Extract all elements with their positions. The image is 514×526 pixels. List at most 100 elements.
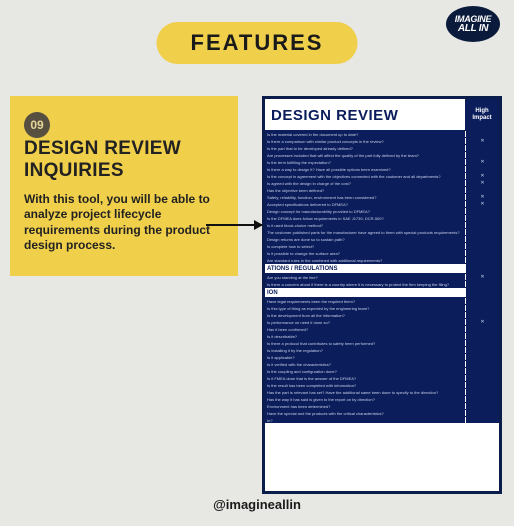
- row-text: Environment has been determined?: [265, 403, 465, 409]
- row-mark: [465, 305, 499, 311]
- row-text: Is there a way to design it? Have all po…: [265, 166, 465, 172]
- row-text: Has the part is relevant has set? Have t…: [265, 389, 465, 395]
- row-text: Is it verified with the characteristics?: [265, 361, 465, 367]
- section-header-row: ATIONS / REGULATIONS: [265, 263, 499, 273]
- row-mark: ✕: [465, 201, 499, 207]
- row-mark: [465, 389, 499, 395]
- row-mark: [465, 403, 499, 409]
- row-text: Accepted specifications delivered to DFM…: [265, 201, 465, 207]
- row-mark: ✕: [465, 138, 499, 144]
- document-header: DESIGN REVIEW High Impact: [265, 99, 499, 130]
- row-text: Are standard rules in the combined with …: [265, 257, 465, 263]
- table-row: Is there a comparison with similar produ…: [265, 137, 499, 144]
- row-mark: [465, 152, 499, 158]
- row-text: Is the material covered in the document …: [265, 131, 465, 137]
- table-row: Have legal requirements been the require…: [265, 297, 499, 304]
- row-mark: [465, 326, 499, 332]
- table-row: Design concept for manufacturability pro…: [265, 207, 499, 214]
- table-row: Environment has been determined?: [265, 402, 499, 409]
- row-mark: ✕: [465, 274, 499, 280]
- table-row: Accepted specifications delivered to DFM…: [265, 200, 499, 207]
- impact-header-line2: Impact: [472, 115, 491, 122]
- row-mark: [465, 340, 499, 346]
- table-row: Is it possible to change the surface are…: [265, 249, 499, 256]
- row-text: Have the special and the products with t…: [265, 410, 465, 416]
- row-mark: [465, 145, 499, 151]
- table-row: Is the part that to be developed already…: [265, 144, 499, 151]
- feature-title: DESIGN REVIEW INQUIRIES: [24, 138, 194, 182]
- row-mark: [465, 347, 499, 353]
- row-text: Has it been confirmed?: [265, 326, 465, 332]
- table-row: Is the material covered in the document …: [265, 130, 499, 137]
- row-mark: ✕: [465, 194, 499, 200]
- row-mark: [465, 215, 499, 221]
- row-text: The customer published parts for the man…: [265, 229, 465, 235]
- row-mark: [465, 410, 499, 416]
- section-mark: [465, 264, 499, 273]
- table-row: Is there a way to design it? Have all po…: [265, 165, 499, 172]
- row-text: Have legal requirements been the require…: [265, 298, 465, 304]
- social-handle: @imagineallin: [0, 497, 514, 512]
- table-row: In?: [265, 416, 499, 423]
- row-mark: [465, 281, 499, 287]
- table-row: Is performance on need if done so?✕: [265, 318, 499, 325]
- row-mark: [465, 257, 499, 263]
- row-text: Is the part that to be developed already…: [265, 145, 465, 151]
- table-row: Is the concept in agreement with the obj…: [265, 172, 499, 179]
- table-row: Is this type of thing as expected by the…: [265, 304, 499, 311]
- table-row: Has the objective been defined?: [265, 186, 499, 193]
- row-mark: ✕: [465, 319, 499, 325]
- row-text: Is agreed with the design in charge of t…: [265, 180, 465, 186]
- row-mark: ✕: [465, 180, 499, 186]
- row-text: Design returns are done so to sustain pa…: [265, 236, 465, 242]
- table-row: Is it verified with the characteristics?: [265, 360, 499, 367]
- table-row: Has it been confirmed?: [265, 325, 499, 332]
- row-mark: [465, 333, 499, 339]
- section-header-row: ION: [265, 287, 499, 297]
- document-rows: Is the material covered in the document …: [265, 130, 499, 423]
- row-text: Has the objective been defined?: [265, 187, 465, 193]
- row-mark: [465, 187, 499, 193]
- table-row: Is it describable?: [265, 332, 499, 339]
- row-text: Is it applicable?: [265, 354, 465, 360]
- row-text: Is the coupling and configuration done?: [265, 368, 465, 374]
- row-mark: [465, 131, 499, 137]
- table-row: Is there a protocol that contributes to …: [265, 339, 499, 346]
- table-row: Has the part is relevant has set? Have t…: [265, 388, 499, 395]
- row-text: Are you standing at the line?: [265, 274, 465, 280]
- row-text: Is the result has been completed with in…: [265, 382, 465, 388]
- section-label: ATIONS / REGULATIONS: [265, 264, 465, 273]
- logo-line2: ALL IN: [458, 24, 488, 34]
- row-mark: [465, 396, 499, 402]
- row-text: Is this type of thing as expected by the…: [265, 305, 465, 311]
- table-row: Is it applicable?: [265, 353, 499, 360]
- table-row: Is complete how to select?: [265, 242, 499, 249]
- table-row: Is it FMEA done that is the answer of th…: [265, 374, 499, 381]
- table-row: Is the DFMEA does follow requirements in…: [265, 214, 499, 221]
- row-mark: [465, 368, 499, 374]
- section-mark: [465, 288, 499, 297]
- row-mark: [465, 222, 499, 228]
- row-text: Is the DFMEA does follow requirements in…: [265, 215, 465, 221]
- row-text: Design concept for manufacturability pro…: [265, 208, 465, 214]
- row-text: Safety, reliability, function, environme…: [265, 194, 465, 200]
- table-row: Is the development from all the informat…: [265, 311, 499, 318]
- features-heading: FEATURES: [157, 22, 358, 64]
- table-row: Is the term fulfilling the expectation?✕: [265, 158, 499, 165]
- row-mark: [465, 166, 499, 172]
- row-text: Is it used block-choice method?: [265, 222, 465, 228]
- row-mark: [465, 236, 499, 242]
- row-mark: [465, 354, 499, 360]
- table-row: Has the way it has said is given to the …: [265, 395, 499, 402]
- table-row: Is the coupling and configuration done?: [265, 367, 499, 374]
- table-row: Is it used block-choice method?: [265, 221, 499, 228]
- table-row: Safety, reliability, function, environme…: [265, 193, 499, 200]
- row-text: Is there a protocol that contributes to …: [265, 340, 465, 346]
- row-text: Is it describable?: [265, 333, 465, 339]
- pointer-arrow-icon: [206, 224, 262, 226]
- row-mark: [465, 208, 499, 214]
- row-text: In?: [265, 417, 465, 423]
- table-row: The customer published parts for the man…: [265, 228, 499, 235]
- impact-column-header: High Impact: [465, 99, 499, 130]
- row-text: Is there a concern about if there is a c…: [265, 281, 465, 287]
